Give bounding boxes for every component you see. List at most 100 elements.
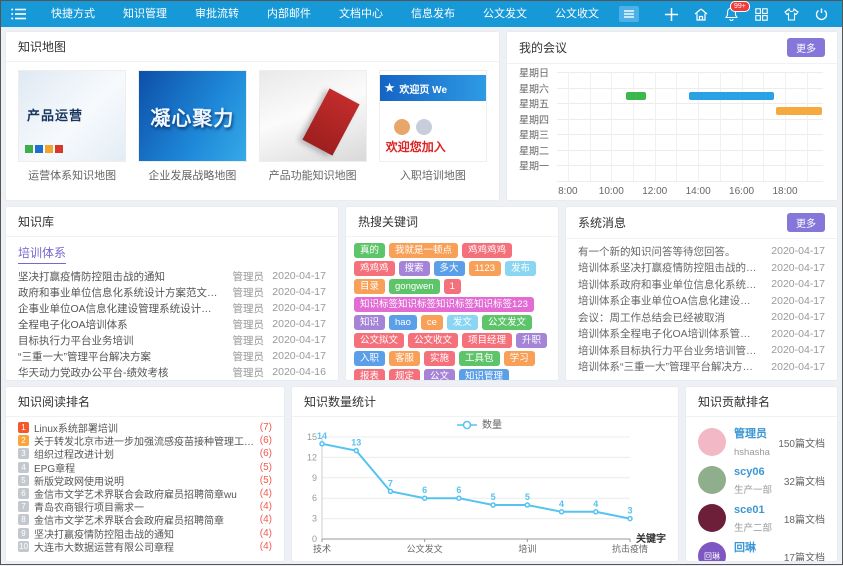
reading-rank-item[interactable]: 4 EPG章程 (5) — [18, 461, 272, 474]
meeting-bar[interactable] — [689, 92, 774, 100]
knowledge-map-card-operations[interactable]: 产品运营 运营体系知识地图 — [18, 70, 126, 192]
meeting-bar[interactable] — [776, 107, 822, 115]
notifications-bell-icon[interactable]: 99+ — [720, 3, 742, 25]
menu-item[interactable]: 审批流转 — [181, 1, 253, 27]
gantt-gridline — [655, 72, 656, 181]
message-item[interactable]: 会议：周工作总结会已经被取消 2020-04-17 — [578, 309, 825, 326]
message-text: 会议：周工作总结会已经被取消 — [578, 310, 765, 325]
menu-item[interactable]: 公文收文 — [541, 1, 613, 27]
knowledge-map-card-onboarding[interactable]: ★ 欢迎页 We 欢迎您加入 入职培训地图 — [379, 70, 487, 192]
keyword-tag[interactable]: 学习 — [504, 351, 535, 366]
keyword-tag[interactable]: 我就是一顿点 — [389, 243, 458, 258]
add-icon[interactable] — [660, 3, 682, 25]
sidebar-toggle-icon[interactable] — [11, 8, 37, 20]
keyword-tag[interactable]: 知识管理 — [459, 369, 509, 380]
theme-skin-icon[interactable] — [780, 3, 802, 25]
message-date: 2020-04-17 — [765, 278, 825, 290]
keyword-tag[interactable]: 公文收文 — [408, 333, 458, 348]
keyword-tag[interactable]: 实施 — [424, 351, 455, 366]
message-item[interactable]: 培训体系坚决打赢疫情防控阻击战的通知管理员2020-10-17 10:54:46… — [578, 260, 825, 277]
keyword-tag[interactable]: 公文拟文 — [354, 333, 404, 348]
keyword-tag[interactable]: 发布 — [505, 261, 536, 276]
contributor-item[interactable]: 回琳 回琳 hshasha 17篇文档 — [698, 537, 825, 561]
keyword-tag[interactable]: 发文 — [447, 315, 478, 330]
message-item[interactable]: 有一个新的知识问答等待您回答。 2020-04-17 — [578, 243, 825, 260]
keyword-tag[interactable]: 鸡鸡鸡 — [354, 261, 395, 276]
keyword-tag[interactable]: 公文发文 — [482, 315, 532, 330]
keyword-tag[interactable]: 1123 — [469, 261, 501, 276]
message-text: 培训体系企事业单位OA信息化建设管理系统设计说明书范例管理员20... — [578, 293, 765, 308]
knowledge-map-card-product[interactable]: 产品功能知识地图 — [259, 70, 367, 192]
home-icon[interactable] — [690, 3, 712, 25]
keyword-tag[interactable]: 公文 — [424, 369, 455, 380]
svg-text:13: 13 — [351, 438, 361, 448]
library-item[interactable]: “三重一大”管理平台解决方案 管理员 2020-04-17 — [18, 348, 326, 364]
rank-badge: 5 — [18, 475, 29, 486]
library-category-link[interactable]: 培训体系 — [18, 241, 66, 264]
rank-badge: 3 — [18, 448, 29, 459]
menu-item[interactable]: 文档中心 — [325, 1, 397, 27]
reading-rank-item[interactable]: 1 Linux系统部署培训 (7) — [18, 421, 272, 434]
menu-item[interactable]: 知识管理 — [109, 1, 181, 27]
contributor-item[interactable]: scy06 生产一部 32篇文档 — [698, 461, 825, 499]
keyword-tag[interactable]: gongwen — [389, 279, 440, 294]
keyword-tag[interactable]: 规定 — [389, 369, 420, 380]
reading-rank-item[interactable]: 7 青岛农商银行项目需求一 (4) — [18, 500, 272, 513]
keyword-tag[interactable]: 鸡鸡鸡鸡 — [462, 243, 512, 258]
keyword-tag[interactable]: 知识标签知识标签知识标签知识标签123 — [354, 297, 534, 312]
keyword-tag[interactable]: ce — [421, 315, 443, 330]
read-count: (5) — [260, 462, 272, 473]
message-item[interactable]: 培训体系全程电子化OA培训体系管理员2020-08-17 08:17:43 20… — [578, 326, 825, 343]
keyword-tag[interactable]: hao — [389, 315, 417, 330]
reading-rank-item[interactable]: 6 金信市文学艺术界联合会政府雇员招聘简章wu (4) — [18, 487, 272, 500]
system-messages-panel: 系统消息 更多 有一个新的知识问答等待您回答。 2020-04-17 培训体系坚… — [565, 206, 838, 381]
keyword-tag[interactable]: 1 — [444, 279, 461, 294]
meeting-bar[interactable] — [626, 92, 646, 100]
contributor-item[interactable]: 管理员 hshasha 150篇文档 — [698, 423, 825, 461]
apps-grid-icon[interactable] — [750, 3, 772, 25]
keyword-tag[interactable]: 目录 — [354, 279, 385, 294]
library-item[interactable]: 政府和事业单位信息化系统设计方案范文规范 管理员 2020-04-17 — [18, 284, 326, 300]
reading-rank-item[interactable]: 8 金信市文学艺术界联合会政府雇员招聘简章 (4) — [18, 513, 272, 526]
message-item[interactable]: 培训体系“三重一大”管理平台解决方案管理员2020-08-17 08:14:19… — [578, 359, 825, 376]
messages-more-button[interactable]: 更多 — [787, 213, 825, 232]
reading-rank-item[interactable]: 5 新版党政网使用说明 (5) — [18, 474, 272, 487]
reading-rank-item[interactable]: 3 组织过程改进计划 (6) — [18, 447, 272, 460]
menu-item[interactable]: 快捷方式 — [37, 1, 109, 27]
menu-item[interactable]: 信息发布 — [397, 1, 469, 27]
gantt-gridline — [557, 72, 823, 73]
meetings-more-button[interactable]: 更多 — [787, 38, 825, 57]
keyword-tag[interactable]: 客服 — [389, 351, 420, 366]
keyword-tag[interactable]: 项目经理 — [462, 333, 512, 348]
keyword-tag[interactable]: 多大 — [434, 261, 465, 276]
document-title: “三重一大”管理平台解决方案 — [18, 349, 224, 364]
keyword-tag[interactable]: 入职 — [354, 351, 385, 366]
gantt-gridline — [785, 72, 786, 181]
message-item[interactable]: 培训体系目标执行力平台业务培训管理员2020-08-17 08:16:15 20… — [578, 342, 825, 359]
contributor-item[interactable]: sce01 生产二部 18篇文档 — [698, 499, 825, 537]
message-item[interactable]: 培训体系政府和事业单位信息化系统设计方案范文规范管理员2020-1... 202… — [578, 276, 825, 293]
keyword-tag[interactable]: 工具包 — [459, 351, 500, 366]
library-item[interactable]: 坚决打赢疫情防控阻击战的通知 管理员 2020-04-17 — [18, 268, 326, 284]
menu-item[interactable]: 公文发文 — [469, 1, 541, 27]
reading-rank-item[interactable]: 9 坚决打赢疫情防控阻击战的通知 (4) — [18, 527, 272, 540]
knowledge-map-card-strategy[interactable]: 凝心聚力 企业发展战略地图 — [138, 70, 246, 192]
keyword-tag[interactable]: 搜索 — [399, 261, 430, 276]
message-item[interactable]: 培训体系企事业单位OA信息化建设管理系统设计说明书范例管理员20... 2020… — [578, 293, 825, 310]
reading-rank-item[interactable]: 10 大连市大数据运营有限公司章程 (4) — [18, 540, 272, 553]
library-item[interactable]: 华天动力党政办公平台-绩效考核 管理员 2020-04-16 — [18, 364, 326, 380]
gantt-gridline — [557, 119, 823, 120]
dashboard-page: 快捷方式知识管理审批流转内部邮件文档中心信息发布公文发文公文收文 99+ — [0, 0, 843, 565]
reading-rank-item[interactable]: 2 关于转发北京市进一步加强流感疫苗接种管理工作的通知 (6) — [18, 434, 272, 447]
keyword-tag[interactable]: 报表 — [354, 369, 385, 380]
library-item[interactable]: 全程电子化OA培训体系 管理员 2020-04-17 — [18, 316, 326, 332]
library-item[interactable]: 目标执行力平台业务培训 管理员 2020-04-17 — [18, 332, 326, 348]
keyword-tag[interactable]: 升职 — [516, 333, 547, 348]
keyword-tag[interactable]: 知识 — [354, 315, 385, 330]
contributor-dept: hshasha — [734, 447, 770, 458]
power-logout-icon[interactable] — [810, 3, 832, 25]
keyword-tag[interactable]: 真的 — [354, 243, 385, 258]
more-menus-button[interactable] — [619, 6, 639, 22]
library-item[interactable]: 企事业单位OA信息化建设管理系统设计说明书范例 管理员 2020-04-17 — [18, 300, 326, 316]
menu-item[interactable]: 内部邮件 — [253, 1, 325, 27]
